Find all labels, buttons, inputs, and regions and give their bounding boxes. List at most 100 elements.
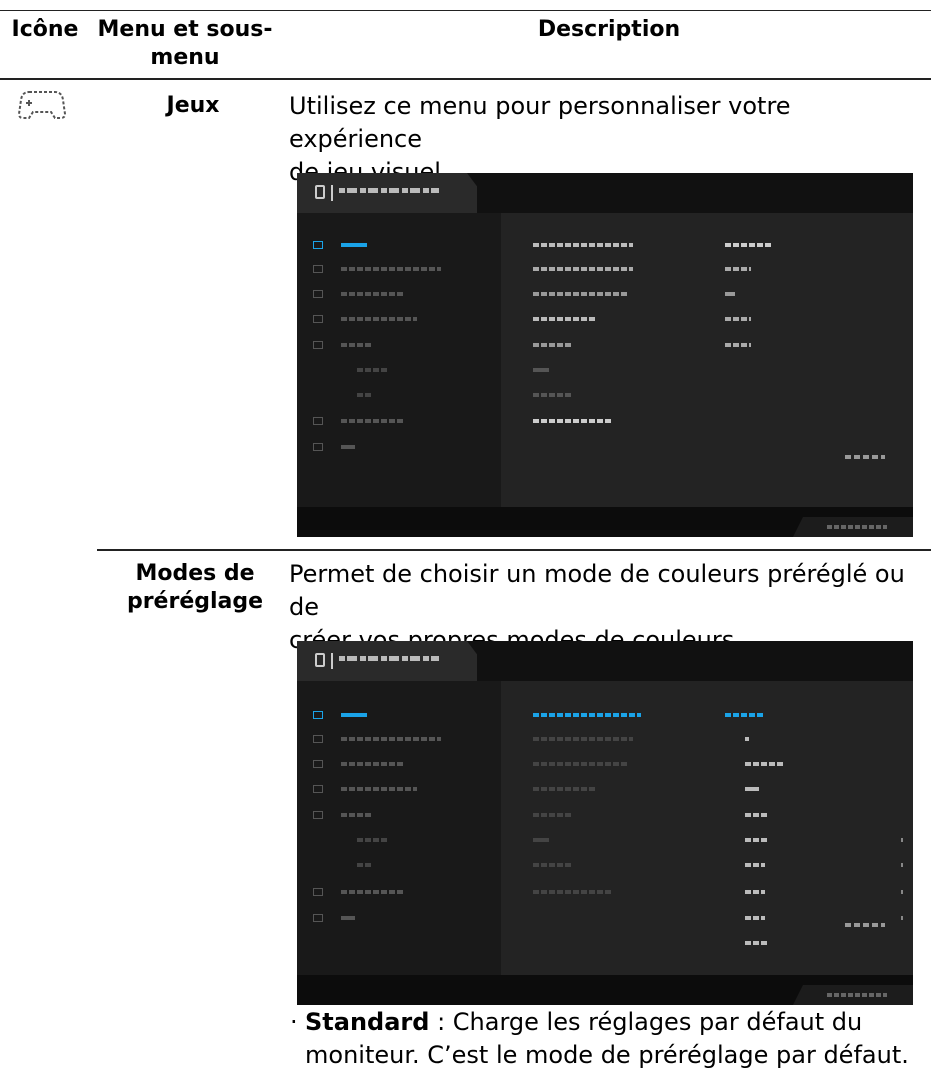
menu-icon	[313, 290, 323, 298]
osd-option	[533, 343, 573, 347]
osd-options-panel	[501, 681, 913, 975]
osd-menu-item	[357, 863, 373, 867]
osd-option	[533, 863, 573, 867]
osd-preset	[745, 916, 765, 920]
osd-menu-item	[341, 419, 405, 423]
osd-option	[533, 292, 629, 296]
osd-exit-label	[845, 923, 885, 927]
osd-menu-item	[357, 838, 387, 842]
osd-screenshot-modes	[297, 641, 913, 1005]
osd-value	[725, 343, 751, 347]
osd-option	[533, 762, 629, 766]
osd-screenshot-jeux	[297, 173, 913, 537]
table-top-rule	[0, 10, 931, 11]
menu-label-line1: Modes de	[135, 561, 255, 586]
menu-label-jeux: Jeux	[166, 93, 220, 118]
osd-preset-selected	[725, 713, 765, 717]
osd-option	[533, 317, 597, 321]
osd-value	[725, 243, 773, 247]
bullet-marker: ·	[290, 1008, 298, 1036]
osd-footer	[297, 507, 913, 537]
menu-icon	[313, 735, 323, 743]
osd-preset	[745, 838, 769, 842]
menu-icon	[313, 341, 323, 349]
osd-preset	[745, 890, 765, 894]
gamepad-icon	[17, 86, 67, 122]
osd-header	[297, 641, 913, 681]
menu-label-modes-de-preréglage: Modes de préréglage	[115, 560, 275, 616]
bullet-text-line2: moniteur. C’est le mode de préréglage pa…	[305, 1041, 909, 1069]
header-menu: Menu et sous- menu	[95, 16, 275, 72]
osd-divider	[331, 653, 333, 669]
jeux-description-line1: Utilisez ce menu pour personnaliser votr…	[289, 92, 791, 153]
osd-menu-list	[297, 681, 501, 975]
osd-preset	[745, 941, 767, 945]
osd-menu-item	[341, 267, 441, 271]
osd-option	[533, 419, 611, 423]
osd-option	[533, 838, 549, 842]
modes-description-line1: Permet de choisir un mode de couleurs pr…	[289, 560, 905, 621]
table-header-rule	[0, 78, 931, 80]
osd-arrow	[901, 916, 903, 920]
osd-arrow	[901, 890, 903, 894]
header-menu-line1: Menu et sous-	[97, 17, 273, 42]
osd-menu-item	[341, 762, 403, 766]
osd-title-tab	[297, 641, 477, 681]
osd-option	[533, 787, 597, 791]
osd-footer-key	[793, 985, 913, 1005]
bullet-text-line1: Charge les réglages par défaut du	[452, 1008, 863, 1036]
osd-title-text	[339, 656, 439, 661]
bullet-term: Standard	[305, 1008, 430, 1036]
osd-preset	[745, 863, 765, 867]
osd-exit-label	[845, 455, 885, 459]
menu-icon	[313, 811, 323, 819]
bullet-line1: Standard : Charge les réglages par défau…	[305, 1006, 925, 1039]
osd-option	[533, 737, 633, 741]
osd-menu-item	[341, 890, 405, 894]
header-icon: Icône	[11, 17, 79, 42]
header-description: Description	[537, 17, 681, 42]
menu-label-line2: préréglage	[126, 589, 264, 614]
osd-value	[725, 267, 751, 271]
row-separator	[97, 549, 931, 551]
osd-value	[725, 317, 751, 321]
osd-menu-item	[341, 317, 417, 321]
menu-icon	[313, 914, 323, 922]
osd-arrow	[901, 838, 903, 842]
osd-menu-item	[341, 787, 417, 791]
osd-option	[533, 393, 573, 397]
osd-preset	[745, 737, 749, 741]
osd-preset	[745, 787, 759, 791]
osd-menu-item	[357, 393, 373, 397]
osd-option	[533, 267, 633, 271]
osd-menu-item	[341, 916, 355, 920]
gamepad-icon	[313, 241, 323, 249]
menu-icon	[313, 785, 323, 793]
osd-option-selected	[533, 713, 641, 717]
osd-menu-item	[341, 292, 403, 296]
bullet-separator: :	[429, 1008, 453, 1036]
osd-footer	[297, 975, 913, 1005]
osd-title-tab	[297, 173, 477, 213]
osd-arrow	[901, 863, 903, 867]
menu-icon	[313, 760, 323, 768]
osd-menu-item	[341, 713, 367, 717]
osd-option	[533, 368, 549, 372]
osd-menu-list	[297, 213, 501, 507]
osd-option	[533, 243, 633, 247]
osd-menu-item	[341, 813, 371, 817]
osd-preset	[745, 813, 767, 817]
osd-menu-item	[341, 243, 367, 247]
bullet-item-standard: · Standard : Charge les réglages par déf…	[290, 1006, 925, 1072]
osd-menu-item	[341, 445, 355, 449]
osd-menu-item	[341, 343, 371, 347]
osd-option	[533, 890, 611, 894]
gamepad-icon	[313, 711, 323, 719]
osd-divider	[331, 185, 333, 201]
osd-options-panel	[501, 213, 913, 507]
osd-value	[725, 292, 735, 296]
osd-footer-key	[793, 517, 913, 537]
menu-icon	[313, 888, 323, 896]
header-menu-line2: menu	[150, 45, 220, 70]
osd-preset	[745, 762, 785, 766]
